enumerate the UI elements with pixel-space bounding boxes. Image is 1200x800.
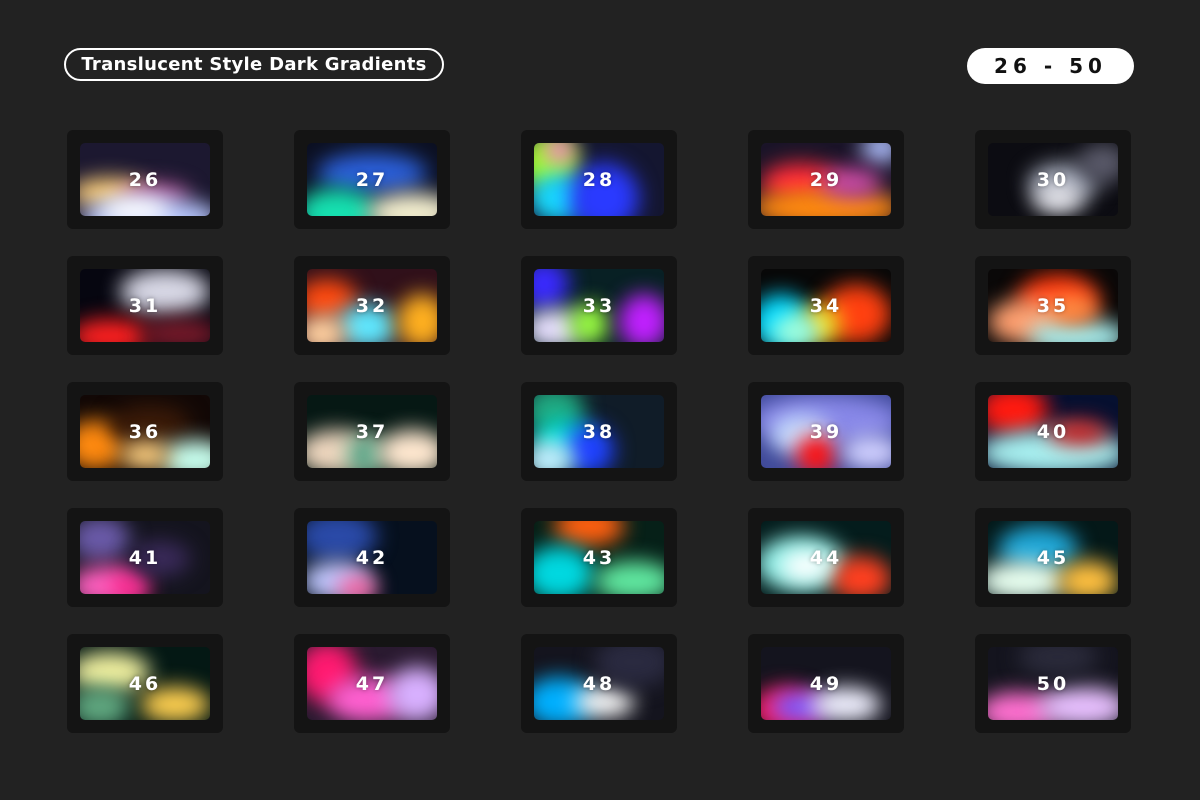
gradient-card[interactable]: 32 xyxy=(294,256,450,355)
gradient-swatch: 49 xyxy=(761,647,891,720)
gradient-number: 30 xyxy=(1036,168,1070,191)
gradient-card[interactable]: 29 xyxy=(748,130,904,229)
gradient-swatch: 46 xyxy=(80,647,210,720)
gradient-swatch: 34 xyxy=(761,269,891,342)
gradient-number: 46 xyxy=(128,672,162,695)
gradient-number: 32 xyxy=(355,294,389,317)
gradient-color-blob xyxy=(110,571,150,594)
gradient-swatch: 38 xyxy=(534,395,664,468)
gradient-color-blob xyxy=(100,198,170,216)
gradient-card[interactable]: 38 xyxy=(521,382,677,481)
gradient-number: 37 xyxy=(355,420,389,443)
gradient-card[interactable]: 28 xyxy=(521,130,677,229)
gradient-swatch: 27 xyxy=(307,143,437,216)
gradient-card[interactable]: 49 xyxy=(748,634,904,733)
gradient-color-blob xyxy=(771,314,821,342)
gradient-grid: 26 27 28 29 30 31 32 33 34 35 36 37 38 39 40 41 42 43 44 45… xyxy=(67,130,1134,733)
gradient-swatch: 43 xyxy=(534,521,664,594)
gradient-card[interactable]: 35 xyxy=(975,256,1131,355)
gradient-card[interactable]: 30 xyxy=(975,130,1131,229)
gradient-card[interactable]: 26 xyxy=(67,130,223,229)
gradient-number: 48 xyxy=(582,672,616,695)
gradient-color-blob xyxy=(120,440,170,468)
gradient-number: 36 xyxy=(128,420,162,443)
gradient-card[interactable]: 39 xyxy=(748,382,904,481)
gradient-number: 26 xyxy=(128,168,162,191)
gradient-color-blob xyxy=(80,319,150,342)
gradient-swatch: 29 xyxy=(761,143,891,216)
gradient-card[interactable]: 50 xyxy=(975,634,1131,733)
gradient-swatch: 26 xyxy=(80,143,210,216)
gradient-number: 35 xyxy=(1036,294,1070,317)
gradient-number: 29 xyxy=(809,168,843,191)
gradient-number: 34 xyxy=(809,294,843,317)
gradient-card[interactable]: 34 xyxy=(748,256,904,355)
gradient-swatch: 44 xyxy=(761,521,891,594)
gradient-card[interactable]: 46 xyxy=(67,634,223,733)
gradient-swatch: 35 xyxy=(988,269,1118,342)
gradient-card[interactable]: 37 xyxy=(294,382,450,481)
gradient-number: 50 xyxy=(1036,672,1070,695)
gradient-swatch: 30 xyxy=(988,143,1118,216)
gradient-card[interactable]: 33 xyxy=(521,256,677,355)
gradient-swatch: 41 xyxy=(80,521,210,594)
gradient-number: 42 xyxy=(355,546,389,569)
gradient-number: 43 xyxy=(582,546,616,569)
gradient-swatch: 31 xyxy=(80,269,210,342)
gradient-number: 27 xyxy=(355,168,389,191)
gradient-swatch: 32 xyxy=(307,269,437,342)
gradient-number: 49 xyxy=(809,672,843,695)
gradient-number: 40 xyxy=(1036,420,1070,443)
gradient-card[interactable]: 44 xyxy=(748,508,904,607)
gradient-color-blob xyxy=(367,193,437,216)
gradient-number: 45 xyxy=(1036,546,1070,569)
gradient-card[interactable]: 47 xyxy=(294,634,450,733)
range-badge: 26 - 50 xyxy=(967,48,1134,84)
gradient-swatch: 37 xyxy=(307,395,437,468)
gradient-color-blob xyxy=(140,319,210,342)
gradient-swatch: 36 xyxy=(80,395,210,468)
gradient-card[interactable]: 31 xyxy=(67,256,223,355)
gradient-card[interactable]: 36 xyxy=(67,382,223,481)
gradient-number: 47 xyxy=(355,672,389,695)
gradient-swatch: 42 xyxy=(307,521,437,594)
gradient-card[interactable]: 27 xyxy=(294,130,450,229)
gradient-number: 38 xyxy=(582,420,616,443)
gradient-card[interactable]: 43 xyxy=(521,508,677,607)
gradient-card[interactable]: 45 xyxy=(975,508,1131,607)
gradient-card[interactable]: 40 xyxy=(975,382,1131,481)
gradient-swatch: 40 xyxy=(988,395,1118,468)
gradient-swatch: 28 xyxy=(534,143,664,216)
gradient-color-blob xyxy=(554,521,624,546)
gradient-swatch: 39 xyxy=(761,395,891,468)
gradient-swatch: 47 xyxy=(307,647,437,720)
gradient-swatch: 48 xyxy=(534,647,664,720)
gradient-swatch: 50 xyxy=(988,647,1118,720)
gradient-card[interactable]: 41 xyxy=(67,508,223,607)
gradient-number: 33 xyxy=(582,294,616,317)
gradient-number: 44 xyxy=(809,546,843,569)
gradient-number: 31 xyxy=(128,294,162,317)
gradient-number: 41 xyxy=(128,546,162,569)
gradient-card[interactable]: 42 xyxy=(294,508,450,607)
gradient-swatch: 33 xyxy=(534,269,664,342)
gradient-number: 39 xyxy=(809,420,843,443)
gradient-number: 28 xyxy=(582,168,616,191)
page-title: Translucent Style Dark Gradients xyxy=(64,48,444,81)
gradient-swatch: 45 xyxy=(988,521,1118,594)
gradient-color-blob xyxy=(861,143,891,163)
gradient-color-blob xyxy=(337,576,377,594)
gradient-card[interactable]: 48 xyxy=(521,634,677,733)
